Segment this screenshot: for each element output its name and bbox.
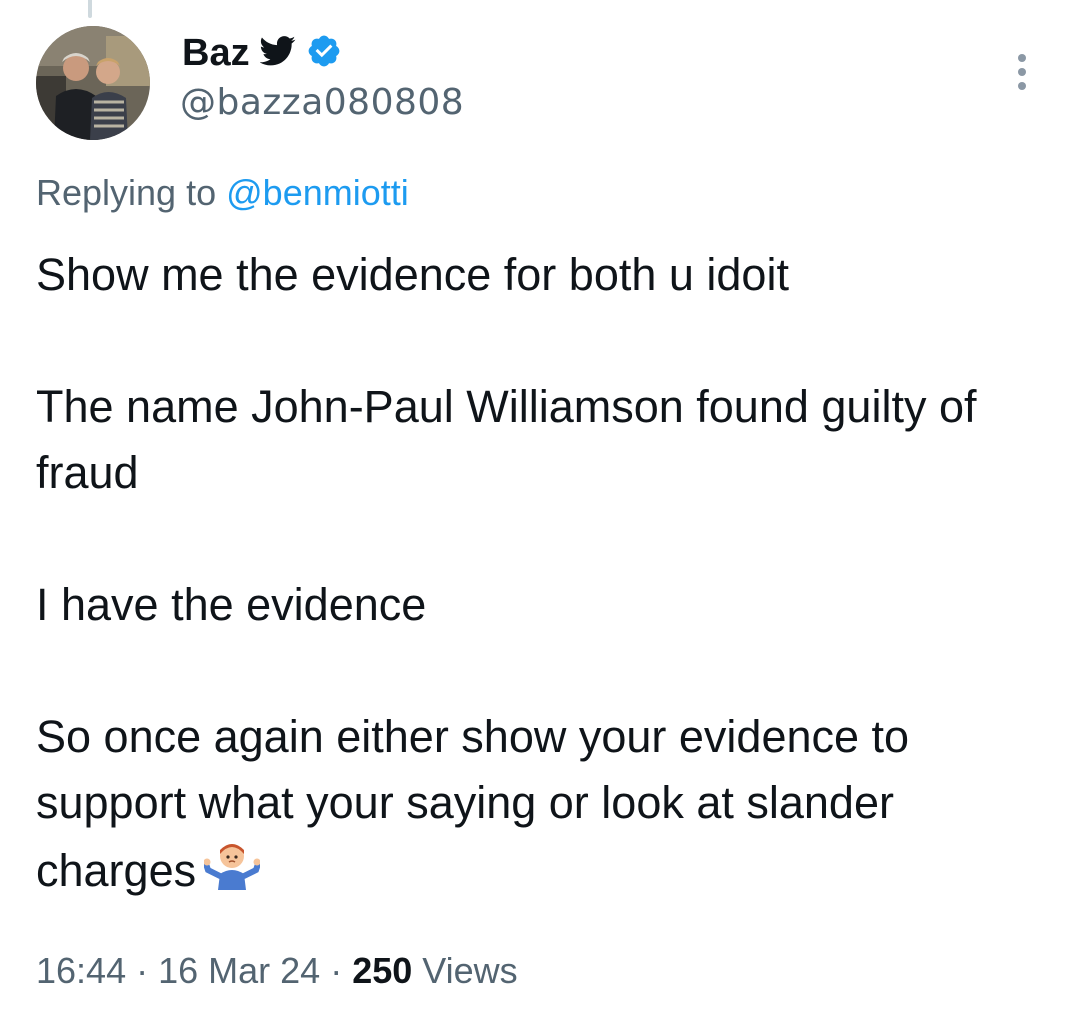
tweet-paragraph: I have the evidence <box>36 579 427 630</box>
meta-separator: · <box>330 950 343 991</box>
tweet-date[interactable]: 16 Mar 24 <box>158 950 320 991</box>
verified-badge-icon <box>306 33 342 74</box>
more-options-button[interactable] <box>1000 46 1044 98</box>
replying-to-label: Replying to <box>36 172 217 213</box>
user-handle[interactable]: @bazza080808 <box>180 80 464 126</box>
person-shrugging-emoji-icon <box>203 836 262 910</box>
replying-to-line: Replying to @benmiotti <box>36 168 409 218</box>
tweet-paragraph: Show me the evidence for both u idoit <box>36 249 789 300</box>
more-options-dot <box>1018 82 1026 90</box>
twitter-bird-icon <box>258 35 296 71</box>
more-options-vertical-icon <box>1018 54 1026 62</box>
thread-connector-line <box>88 0 92 18</box>
display-name[interactable]: Baz <box>182 30 250 76</box>
avatar-photo <box>36 26 150 140</box>
reply-mention-link[interactable]: @benmiotti <box>226 172 409 213</box>
avatar[interactable] <box>36 26 150 140</box>
tweet-meta: 16:44 · 16 Mar 24 · 250 Views <box>36 946 518 996</box>
meta-separator: · <box>136 950 149 991</box>
tweet-text: Show me the evidence for both u idoit Th… <box>36 242 1046 910</box>
views-count: 250 <box>352 950 413 991</box>
tweet-time[interactable]: 16:44 <box>36 950 126 991</box>
tweet-paragraph: The name John-Paul Williamson found guil… <box>36 381 977 498</box>
tweet-paragraph: So once again either show your evidence … <box>36 711 910 896</box>
more-options-dot <box>1018 68 1026 76</box>
tweet-paragraph-last: So once again either show your evidence … <box>36 704 1046 910</box>
views-label: Views <box>422 950 518 991</box>
author-name-row[interactable]: Baz <box>182 30 342 76</box>
